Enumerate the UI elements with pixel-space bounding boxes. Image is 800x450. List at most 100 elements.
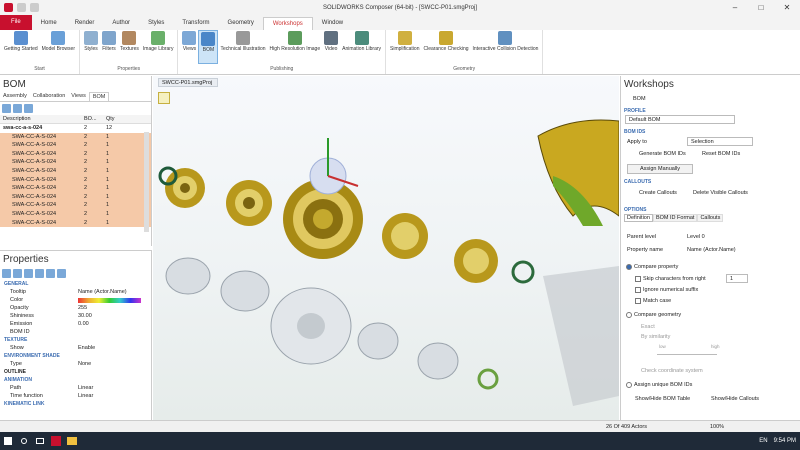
- parent-level-dropdown[interactable]: Level 0: [687, 234, 705, 240]
- table-row[interactable]: SWA-CC-A-S-024 2 1: [0, 175, 151, 185]
- 3d-viewport[interactable]: [153, 76, 620, 420]
- tab-bom[interactable]: BOM: [88, 92, 110, 101]
- tab-render[interactable]: Render: [66, 17, 104, 30]
- gear-part[interactable]: [226, 180, 272, 226]
- gear-part[interactable]: [165, 168, 205, 208]
- column-bom[interactable]: BO...: [84, 115, 106, 123]
- maximize-icon[interactable]: □: [748, 0, 774, 15]
- table-row[interactable]: SWA-CC-A-S-024 2 1: [0, 184, 151, 193]
- apply-to-dropdown[interactable]: Selection: [687, 137, 753, 146]
- compare-property-radio[interactable]: [626, 264, 632, 270]
- check-coordinate-option[interactable]: Check coordinate system: [641, 368, 703, 374]
- property-name-dropdown[interactable]: Name (Actor.Name): [687, 247, 736, 253]
- tab-views[interactable]: Views: [68, 92, 89, 101]
- viewport-corner-icon[interactable]: [158, 92, 170, 104]
- simplification-button[interactable]: Simplification: [388, 30, 421, 64]
- tab-home[interactable]: Home: [32, 17, 66, 30]
- bom-scrollbar[interactable]: [144, 132, 149, 232]
- gear-part[interactable]: [382, 213, 428, 259]
- silver-part[interactable]: [165, 257, 211, 295]
- clearance-checking-button[interactable]: Clearance Checking: [421, 30, 470, 64]
- section-texture[interactable]: TEXTURE: [0, 336, 151, 344]
- document-tab[interactable]: SWCC-P01.smgProj: [158, 78, 218, 87]
- table-row[interactable]: SWA-CC-A-S-024 2 1: [0, 158, 151, 167]
- properties-toolbar-icon[interactable]: [46, 269, 55, 278]
- tab-file[interactable]: File: [0, 15, 32, 30]
- tab-geometry[interactable]: Geometry: [219, 17, 263, 30]
- delete-callouts-button[interactable]: Delete Visible Callouts: [693, 190, 748, 196]
- prop-value[interactable]: Name (Actor.Name): [78, 288, 151, 296]
- tab-transform[interactable]: Transform: [173, 17, 218, 30]
- properties-toolbar-icon[interactable]: [13, 269, 22, 278]
- styles-button[interactable]: Styles: [82, 30, 100, 64]
- profile-dropdown[interactable]: Default BOM: [625, 115, 735, 124]
- by-similarity-option[interactable]: By similarity: [641, 334, 670, 340]
- tab-bom-id-format[interactable]: BOM ID Format: [652, 214, 698, 222]
- assign-unique-radio[interactable]: [626, 382, 632, 388]
- table-row[interactable]: swa-cc-a-s-024 2 12: [0, 124, 151, 133]
- properties-toolbar-icon[interactable]: [35, 269, 44, 278]
- exact-option[interactable]: Exact: [641, 324, 655, 330]
- tab-styles[interactable]: Styles: [139, 17, 173, 30]
- prop-value[interactable]: Linear: [78, 384, 151, 392]
- prop-value[interactable]: None: [78, 360, 151, 368]
- image-library-button[interactable]: Image Library: [141, 30, 176, 64]
- table-row[interactable]: SWA-CC-A-S-024 2 1: [0, 192, 151, 202]
- green-spider-part[interactable]: [477, 368, 499, 390]
- textures-button[interactable]: Textures: [118, 30, 141, 64]
- section-outline[interactable]: OUTLINE: [0, 368, 151, 376]
- technical-illustration-button[interactable]: Technical Illustration: [218, 30, 267, 64]
- tab-workshops[interactable]: Workshops: [262, 17, 313, 30]
- properties-toolbar-icon[interactable]: [24, 269, 33, 278]
- file-explorer-icon[interactable]: [64, 432, 80, 450]
- prop-value[interactable]: [78, 328, 151, 336]
- zoom-level[interactable]: 100%: [710, 424, 724, 430]
- housing-part[interactable]: [537, 119, 620, 226]
- skip-chars-checkbox[interactable]: [635, 276, 641, 282]
- tab-collaboration[interactable]: Collaboration: [30, 92, 68, 101]
- input-language[interactable]: EN: [759, 438, 767, 444]
- animation-library-button[interactable]: Animation Library: [340, 30, 383, 64]
- bom-button[interactable]: BOM: [198, 30, 219, 64]
- table-row[interactable]: SWA-CC-A-S-024 2 1: [0, 218, 151, 228]
- model-browser-button[interactable]: Model Browser: [40, 30, 77, 64]
- video-button[interactable]: Video: [322, 30, 340, 64]
- table-row[interactable]: SWA-CC-A-S-024 2 1: [0, 132, 151, 142]
- properties-toolbar-icon[interactable]: [2, 269, 11, 278]
- section-kinematic-link[interactable]: KINEMATIC LINK: [0, 400, 151, 408]
- table-row[interactable]: SWA-CC-A-S-024 2 1: [0, 149, 151, 159]
- green-spider-part[interactable]: [511, 260, 535, 284]
- show-hide-bom-table-button[interactable]: Show/Hide BOM Table: [635, 396, 690, 402]
- similarity-slider[interactable]: [657, 354, 717, 355]
- properties-toolbar-icon[interactable]: [57, 269, 66, 278]
- show-hide-callouts-button[interactable]: Show/Hide Callouts: [711, 396, 759, 402]
- skip-chars-spinner[interactable]: 1: [726, 274, 748, 283]
- bom-toolbar-icon[interactable]: [24, 104, 33, 113]
- views-button[interactable]: Views: [180, 30, 198, 64]
- tab-author[interactable]: Author: [103, 17, 139, 30]
- prop-value[interactable]: 0.00: [78, 320, 151, 328]
- gear-part[interactable]: [454, 239, 498, 283]
- windows-start-icon[interactable]: [0, 432, 16, 450]
- prop-value[interactable]: Linear: [78, 392, 151, 400]
- table-row[interactable]: SWA-CC-A-S-024 2 1: [0, 166, 151, 176]
- assign-manually-button[interactable]: Assign Manually: [627, 164, 693, 174]
- getting-started-button[interactable]: Getting Started: [2, 30, 40, 64]
- color-swatch[interactable]: [78, 297, 141, 303]
- collision-detection-button[interactable]: Interactive Collision Detection: [471, 30, 541, 64]
- minimize-icon[interactable]: –: [722, 0, 748, 15]
- section-animation[interactable]: ANIMATION: [0, 376, 151, 384]
- filters-button[interactable]: Filters: [100, 30, 118, 64]
- clock[interactable]: 9:54 PM: [774, 438, 796, 444]
- table-row[interactable]: SWA-CC-A-S-024 2 1: [0, 209, 151, 219]
- prop-value[interactable]: 30.00: [78, 312, 151, 320]
- reset-bom-ids-button[interactable]: Reset BOM IDs: [702, 151, 740, 157]
- column-description[interactable]: Description: [0, 115, 84, 123]
- create-callouts-button[interactable]: Create Callouts: [639, 190, 677, 196]
- prop-value[interactable]: Enable: [78, 344, 151, 352]
- close-icon[interactable]: ✕: [774, 0, 800, 15]
- silver-part[interactable]: [270, 287, 352, 365]
- column-qty[interactable]: Qty: [106, 115, 136, 123]
- composer-app-icon[interactable]: [48, 432, 64, 450]
- gray-shell-part[interactable]: [543, 266, 619, 406]
